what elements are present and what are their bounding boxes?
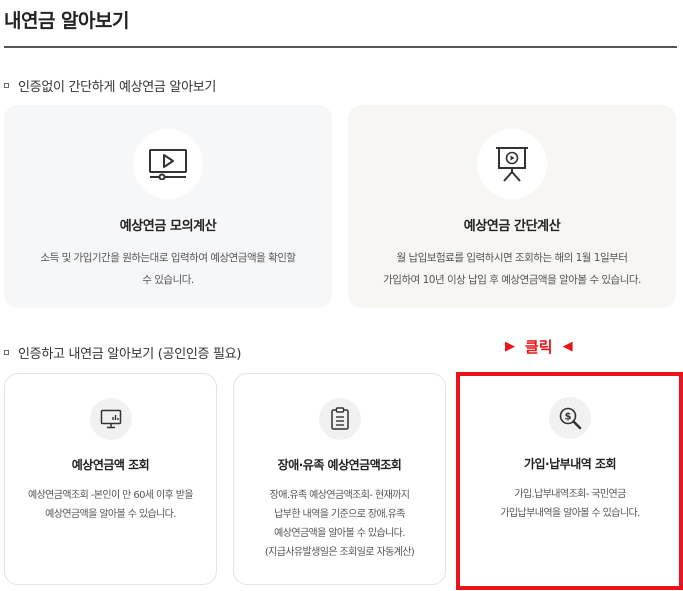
magnifier-dollar-icon: $ <box>549 397 591 439</box>
card-title: 가입·납부내역 조회 <box>523 457 617 471</box>
right-triangle-icon: ▶ <box>505 339 515 354</box>
square-bullet-icon <box>4 350 9 355</box>
desc-line: (지급사유발생일은 조회일로 자동계산) <box>264 547 415 558</box>
card-mock-calculation[interactable]: 예상연금 모의계산 소득 및 가입기간을 원하는대로 입력하여 예상연금액을 확… <box>4 105 332 308</box>
card-disability-survivor-pension[interactable]: 장애·유족 예상연금액조회 장애.유족 예상연금액조회- 현재까지 납부한 내역… <box>233 373 446 585</box>
section-heading-text: 인증없이 간단하게 예상연금 알아보기 <box>18 80 217 95</box>
desc-line: 소득 및 가입기간을 원하는대로 입력하여 예상연금액을 확인할 <box>40 252 296 264</box>
desc-line: 장애.유족 예상연금액조회- 현재까지 <box>269 490 410 501</box>
click-annotation: ▶ 클릭 ◀ <box>505 336 573 357</box>
desc-line: 가입.납부내역조회- 국민연금 <box>514 489 626 500</box>
card-simple-calculation[interactable]: 예상연금 간단계산 월 납입보험료를 입력하시면 조회하는 해의 1월 1일부터… <box>348 105 676 308</box>
card-description: 가입.납부내역조회- 국민연금 가입납부내역을 알아볼 수 있습니다. <box>472 485 668 523</box>
card-description: 예상연금액조회 -본인이 만 60세 이후 받을 예상연금액을 알아볼 수 있습… <box>11 486 210 524</box>
card-description: 장애.유족 예상연금액조회- 현재까지 납부한 내역을 기준으로 장애.유족 예… <box>240 486 439 562</box>
monitor-chart-icon <box>89 398 132 440</box>
video-player-icon <box>133 129 203 199</box>
presentation-board-icon <box>477 129 547 199</box>
svg-text:$: $ <box>565 412 572 423</box>
card-title: 예상연금액 조회 <box>71 458 150 472</box>
clipboard-icon <box>318 398 361 440</box>
card-title: 예상연금 모의계산 <box>119 219 217 234</box>
section-heading-text: 인증하고 내연금 알아보기 (공인인증 필요) <box>18 347 242 362</box>
card-title: 예상연금 간단계산 <box>463 219 561 234</box>
desc-line: 가입납부내역을 알아볼 수 있습니다. <box>500 508 640 519</box>
desc-line: 수 있습니다. <box>142 274 194 286</box>
card-expected-pension[interactable]: 예상연금액 조회 예상연금액조회 -본인이 만 60세 이후 받을 예상연금액을… <box>4 373 217 585</box>
card-description: 소득 및 가입기간을 원하는대로 입력하여 예상연금액을 확인할 수 있습니다. <box>24 247 312 291</box>
section-heading-no-auth: 인증없이 간단하게 예상연금 알아보기 <box>4 76 216 95</box>
click-label: 클릭 <box>525 338 553 356</box>
desc-line: 월 납입보험료를 입력하시면 조회하는 해의 1월 1일부터 <box>396 252 628 264</box>
desc-line: 예상연금액을 알아볼 수 있습니다. <box>45 509 176 520</box>
title-divider <box>4 46 677 48</box>
left-triangle-icon: ◀ <box>562 339 573 354</box>
desc-line: 가입하여 10년 이상 납입 후 예상연금액을 알아볼 수 있습니다. <box>383 274 641 286</box>
card-description: 월 납입보험료를 입력하시면 조회하는 해의 1월 1일부터 가입하여 10년 … <box>368 247 656 291</box>
square-bullet-icon <box>4 83 9 88</box>
card-title: 장애·유족 예상연금액조회 <box>277 458 402 472</box>
page-title: 내연금 알아보기 <box>4 10 129 32</box>
desc-line: 납부한 내역을 기준으로 장애.유족 <box>274 509 405 520</box>
desc-line: 예상연금액을 알아볼 수 있습니다. <box>274 528 405 539</box>
desc-line: 예상연금액조회 -본인이 만 60세 이후 받을 <box>27 490 194 501</box>
card-subscription-payment-history[interactable]: $ 가입·납부내역 조회 가입.납부내역조회- 국민연금 가입납부내역을 알아볼… <box>466 373 674 585</box>
section-heading-auth: 인증하고 내연금 알아보기 (공인인증 필요) <box>4 343 241 362</box>
